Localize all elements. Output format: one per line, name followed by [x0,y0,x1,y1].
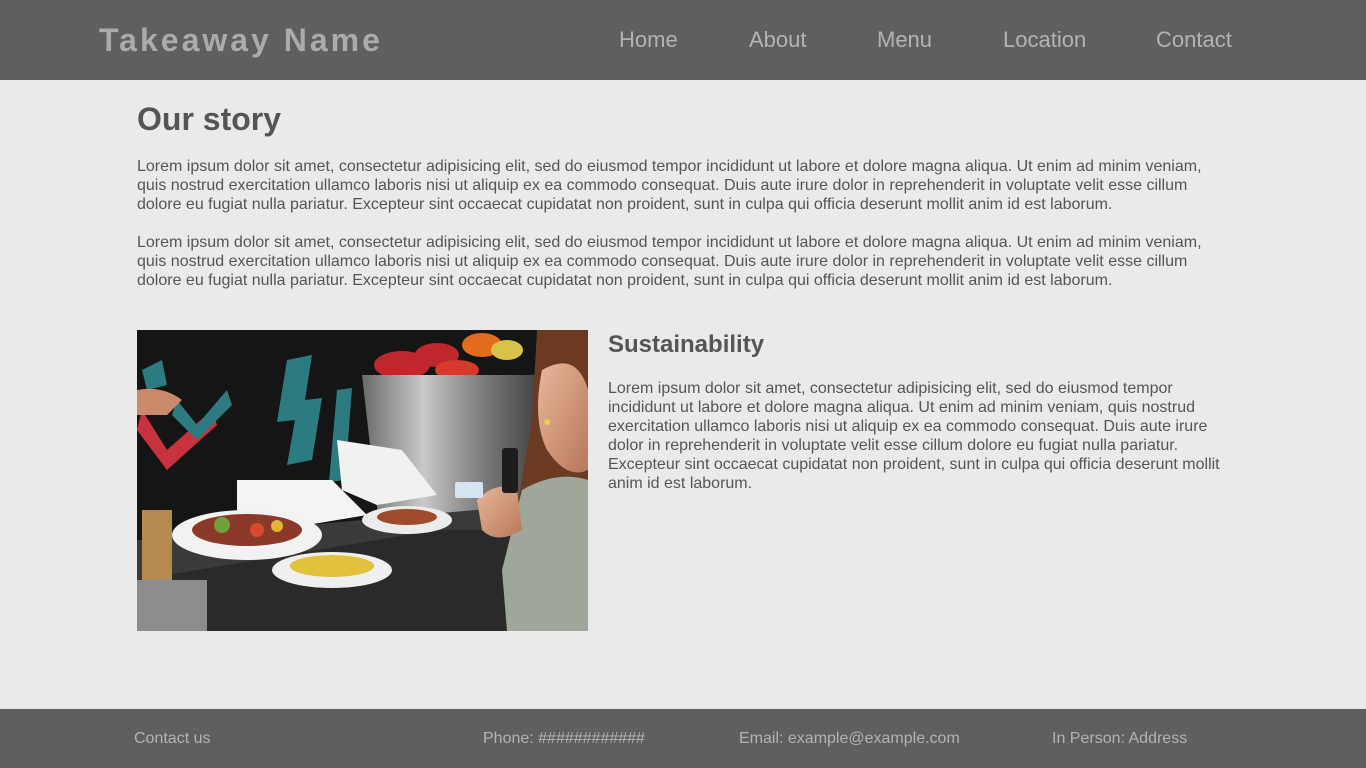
food-counter-photo [137,330,588,631]
nav-link-location[interactable]: Location [1003,27,1086,53]
footer-phone[interactable]: Phone: ############ [483,730,645,748]
our-story-heading: Our story [137,101,282,137]
footer-address: In Person: Address [1052,730,1188,747]
brand-logo-text[interactable]: Takeaway Name [99,21,383,59]
story-paragraph-2: Lorem ipsum dolor sit amet, consectetur … [137,234,1202,289]
nav-link-about[interactable]: About [749,27,807,53]
footer-email[interactable]: Email: example@example.com [739,730,960,748]
footer-contact-us: Contact us [134,730,211,747]
site-header: Takeaway Name Home About Menu Location C… [0,0,1366,80]
sustainability-heading: Sustainability [608,331,765,358]
site-footer: Contact us Phone: ############ Email: ex… [0,709,1366,768]
nav-link-home[interactable]: Home [619,27,678,53]
nav-link-menu[interactable]: Menu [877,27,932,53]
story-paragraph-1: Lorem ipsum dolor sit amet, consectetur … [137,158,1202,213]
nav-link-contact[interactable]: Contact [1156,27,1232,53]
sustainability-paragraph: Lorem ipsum dolor sit amet, consectetur … [608,380,1220,492]
